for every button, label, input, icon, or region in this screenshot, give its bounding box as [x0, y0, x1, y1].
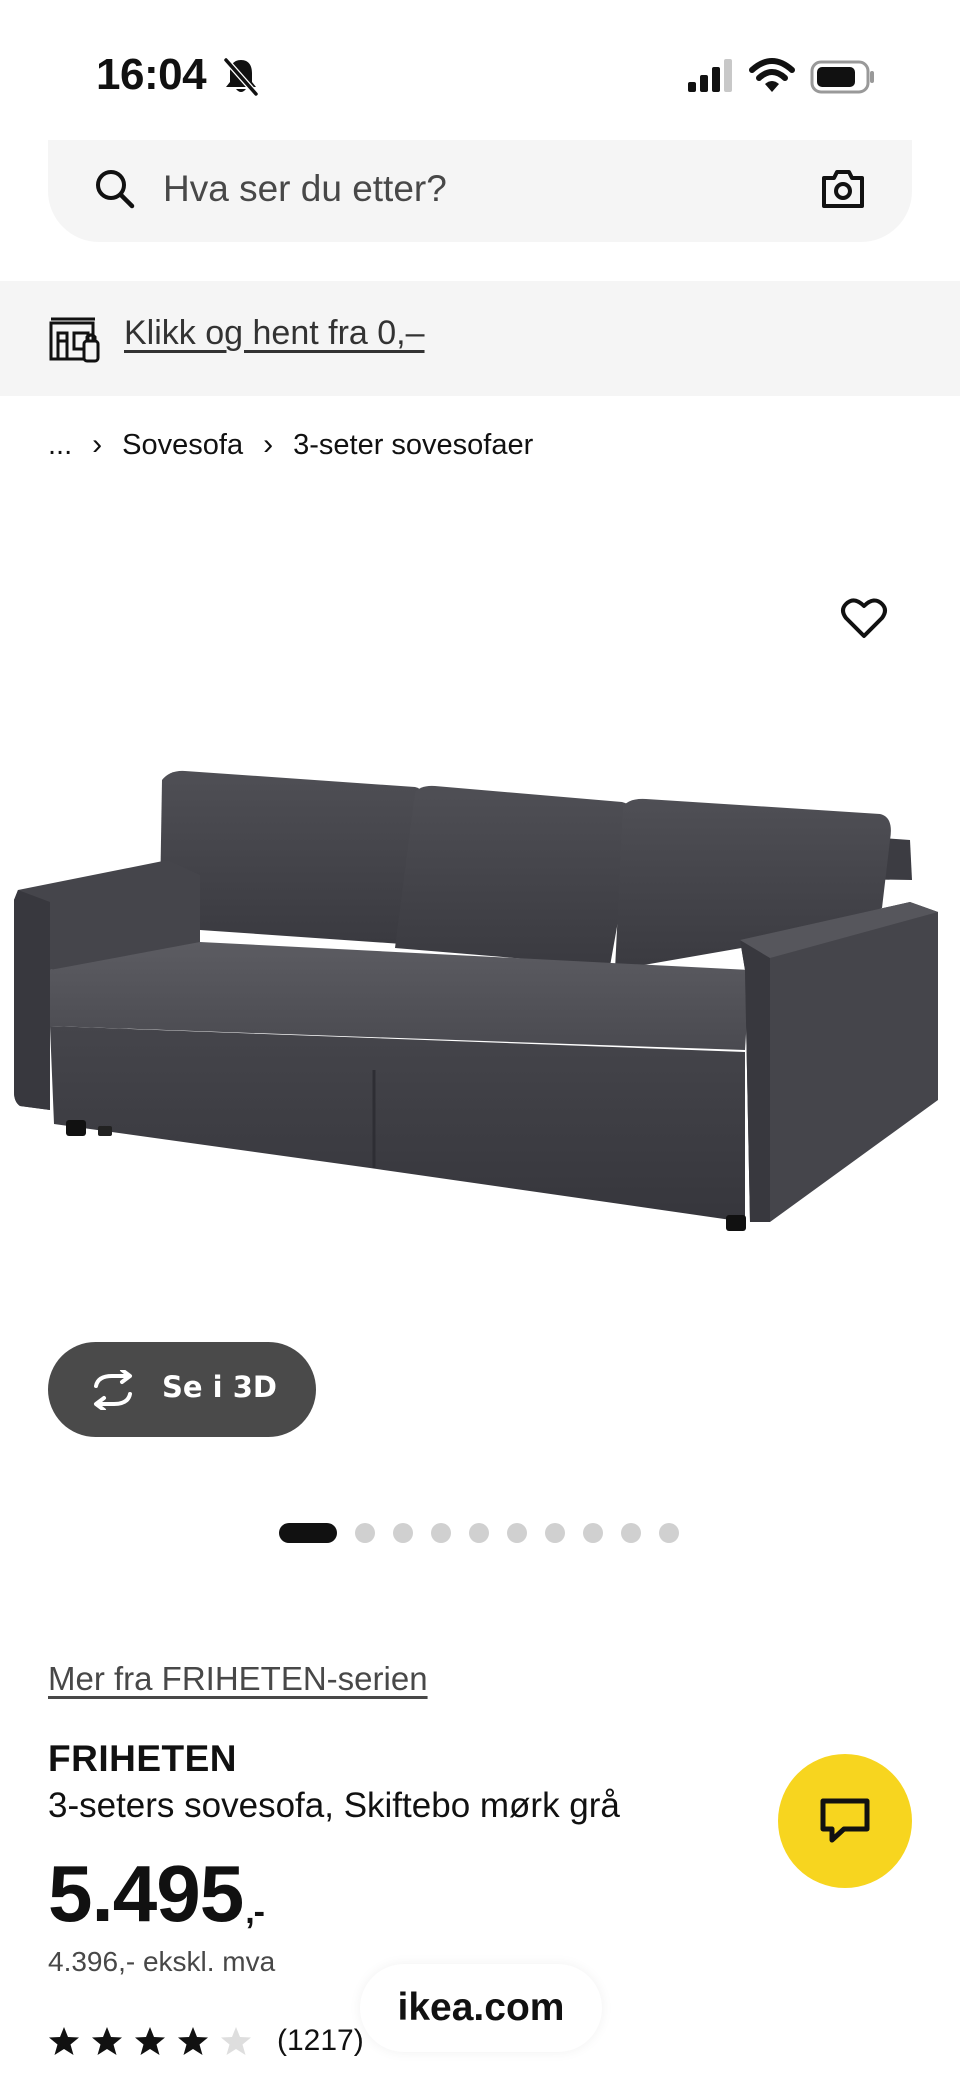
- carousel-dot[interactable]: [393, 1523, 413, 1543]
- search-icon: [96, 170, 135, 209]
- carousel-dot[interactable]: [507, 1523, 527, 1543]
- carousel-dot[interactable]: [659, 1523, 679, 1543]
- price-value: 5.495: [48, 1849, 244, 1938]
- wifi-icon: [749, 58, 795, 92]
- breadcrumb-item-3-seter[interactable]: 3-seter sovesofaer: [293, 429, 533, 462]
- star-filled-icon: [178, 2027, 208, 2055]
- rotate-3d-icon: [94, 1370, 132, 1410]
- heart-icon[interactable]: [840, 596, 888, 640]
- search-input[interactable]: Hva ser du etter?: [163, 168, 447, 210]
- battery-icon: [810, 60, 874, 94]
- product-page: 16:04 Hva ser du etter? Klikk og hent fr…: [0, 0, 960, 2087]
- product-name: FRIHETEN: [48, 1738, 237, 1779]
- series-link[interactable]: Mer fra FRIHETEN-serien: [48, 1660, 428, 1698]
- carousel-dot-active[interactable]: [279, 1523, 337, 1543]
- star-filled-icon: [135, 2027, 165, 2055]
- view-3d-button[interactable]: Se i 3D: [48, 1342, 316, 1437]
- status-time: 16:04: [96, 50, 207, 99]
- click-collect-banner[interactable]: Klikk og hent fra 0,–: [0, 281, 960, 396]
- status-bar: 16:04: [0, 0, 960, 140]
- carousel-dot[interactable]: [621, 1523, 641, 1543]
- breadcrumb-item-sovesofa[interactable]: Sovesofa: [122, 429, 243, 462]
- breadcrumb-item-more[interactable]: ...: [48, 429, 72, 462]
- image-carousel-dots[interactable]: [279, 1523, 697, 1543]
- star-empty-icon: [221, 2027, 251, 2055]
- star-filled-icon: [49, 2027, 79, 2055]
- star-filled-icon: [92, 2027, 122, 2055]
- carousel-dot[interactable]: [469, 1523, 489, 1543]
- product-description: 3-seters sovesofa, Skiftebo mørk grå: [48, 1786, 620, 1825]
- product-price: 5.495,-: [48, 1848, 265, 1940]
- carousel-dot[interactable]: [431, 1523, 451, 1543]
- carousel-dot[interactable]: [545, 1523, 565, 1543]
- search-bar[interactable]: Hva ser du etter?: [48, 140, 912, 242]
- price-suffix: ,-: [245, 1893, 265, 1931]
- carousel-dot[interactable]: [355, 1523, 375, 1543]
- silent-bell-icon: [223, 58, 259, 96]
- chevron-right-icon: ›: [92, 428, 103, 461]
- chat-bubble-icon: [820, 1798, 870, 1843]
- sofa-product-image: [14, 770, 938, 1231]
- chat-button[interactable]: [778, 1754, 912, 1888]
- camera-icon[interactable]: [818, 164, 868, 214]
- carousel-dot[interactable]: [583, 1523, 603, 1543]
- browser-url-bar[interactable]: ikea.com: [360, 1964, 602, 2052]
- click-collect-link[interactable]: Klikk og hent fra 0,–: [124, 314, 425, 353]
- chevron-right-icon: ›: [263, 428, 274, 461]
- view-3d-label: Se i 3D: [162, 1370, 277, 1404]
- breadcrumb: ... › Sovesofa › 3-seter sovesofaer: [48, 428, 533, 462]
- price-excl-vat: 4.396,- ekskl. mva: [48, 1946, 276, 1977]
- rating-count: (1217): [277, 2024, 364, 2057]
- store-pickup-icon: [49, 317, 100, 363]
- cellular-signal-icon: [688, 59, 732, 92]
- product-rating[interactable]: (1217): [48, 2024, 364, 2058]
